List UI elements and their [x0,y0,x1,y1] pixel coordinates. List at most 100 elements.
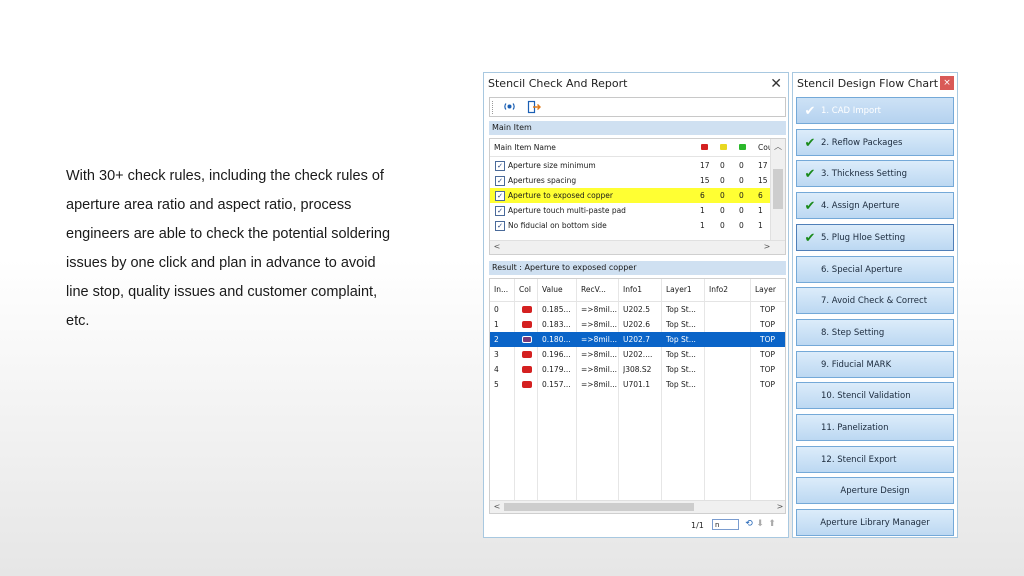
flow-step-button[interactable]: 11. Panelization [796,414,954,441]
result-layer1: Top St... [666,305,696,314]
result-index: 3 [494,350,499,359]
header-info1[interactable]: Info1 [623,279,642,301]
green-count: 0 [739,161,744,170]
flow-step-button[interactable]: 8. Step Setting [796,318,954,346]
header-recommended-value[interactable]: RecV... [581,279,606,301]
checkmark-icon: ✔ [804,167,816,183]
yellow-count: 0 [720,191,725,200]
result-layer: TOP [760,305,776,314]
flow-step-label: 2. Reflow Packages [821,137,903,148]
download-icon[interactable]: ⬇ [755,519,765,530]
main-items-horizontal-scrollbar[interactable]: < > [490,240,785,254]
main-item-row[interactable]: ✓ Aperture size minimum 17 0 0 17 [490,158,772,173]
flow-step-button[interactable]: Aperture Library Manager [796,509,954,537]
result-info1: U202.5 [623,305,650,314]
flow-step-button[interactable]: 7. Avoid Check & Correct [796,287,954,315]
flow-step-button[interactable]: ✔ 4. Assign Aperture [796,192,954,220]
scrollbar-thumb[interactable] [773,169,783,209]
main-item-row[interactable]: ✓ Apertures spacing 15 0 0 15 [490,173,772,188]
result-recommended: =>8mil... [581,350,617,359]
stencil-check-report-window: Stencil Check And Report ✕ Main Item Mai… [483,72,789,538]
result-layer1: Top St... [666,320,696,329]
status-color-swatch [522,381,532,388]
description-line: line stop, quality issues and customer c… [66,284,378,300]
flow-step-button[interactable]: 10. Stencil Validation [796,382,954,410]
flow-step-label: 12. Stencil Export [821,454,897,465]
flow-step-label: 6. Special Aperture [821,264,903,275]
header-index[interactable]: In... [494,279,508,301]
header-main-item-name[interactable]: Main Item Name [494,139,556,156]
close-icon[interactable]: × [940,76,954,90]
row-checkbox[interactable]: ✓ [495,221,505,231]
main-items-header: Main Item Name Cou [490,139,772,157]
toolbar-grip [492,101,495,114]
exit-icon[interactable] [526,100,541,115]
main-item-row[interactable]: ✓ Aperture touch multi-paste pad 1 0 0 1 [490,203,772,218]
flow-step-button[interactable]: ✔ 1. CAD Import [796,97,954,124]
main-items-vertical-scrollbar[interactable]: ︿ [770,139,785,241]
description-line: issues by one click and plan in advance … [66,255,376,271]
result-row[interactable]: 5 0.157... =>8mil... U701.1 Top St... TO… [490,377,785,392]
result-index: 0 [494,305,499,314]
main-item-name: No fiducial on bottom side [508,221,607,230]
result-row[interactable]: 1 0.183... =>8mil... U202.6 Top St... TO… [490,317,785,332]
result-horizontal-scrollbar[interactable]: < > [490,500,785,513]
flow-step-button[interactable]: 12. Stencil Export [796,445,954,473]
scroll-left-icon[interactable]: < [490,502,504,511]
total-count: 17 [758,161,768,170]
check-run-icon[interactable] [502,100,517,115]
flow-step-label: Aperture Design [840,486,910,497]
flow-step-button[interactable]: Aperture Design [796,477,954,505]
result-layer1: Top St... [666,380,696,389]
flow-titlebar: Stencil Design Flow Chart [793,73,957,95]
result-row[interactable]: 4 0.179... =>8mil... J308.S2 Top St... T… [490,362,785,377]
main-item-name: Aperture to exposed copper [508,191,613,200]
header-layer1[interactable]: Layer1 [666,279,692,301]
main-item-row-selected[interactable]: ✓ Aperture to exposed copper 6 0 0 6 [490,188,772,203]
flow-step-button[interactable]: 9. Fiducial MARK [796,350,954,378]
page-input[interactable]: n [712,519,739,530]
scroll-right-icon[interactable]: > [760,242,774,251]
flow-step-button[interactable]: ✔ 3. Thickness Setting [796,160,954,188]
scroll-up-icon[interactable]: ︿ [771,141,785,152]
flow-step-label: 3. Thickness Setting [821,169,907,180]
scroll-right-icon[interactable]: > [773,502,785,511]
result-recommended: =>8mil... [581,365,617,374]
result-layer1: Top St... [666,365,696,374]
header-value[interactable]: Value [542,279,563,301]
result-recommended: =>8mil... [581,380,617,389]
flow-step-label: 9. Fiducial MARK [821,359,892,370]
result-row[interactable]: 0 0.185... =>8mil... U202.5 Top St... TO… [490,302,785,317]
scroll-left-icon[interactable]: < [490,242,504,251]
close-icon[interactable]: ✕ [770,73,782,95]
checkmark-icon: ✔ [804,230,816,246]
header-yellow-status-icon[interactable] [720,144,727,150]
red-count: 1 [700,206,705,215]
upload-icon[interactable]: ⬆ [767,519,777,530]
flow-step-button[interactable]: ✔ 5. Plug Hloe Setting [796,223,954,251]
flow-step-button[interactable]: 6. Special Aperture [796,255,954,283]
scrollbar-thumb[interactable] [504,503,694,511]
main-item-row[interactable]: ✓ No fiducial on bottom side 1 0 0 1 [490,218,772,233]
row-checkbox[interactable]: ✓ [495,206,505,216]
header-color[interactable]: Col [519,279,531,301]
row-checkbox[interactable]: ✓ [495,191,505,201]
result-value: 0.180... [542,335,571,344]
row-checkbox[interactable]: ✓ [495,176,505,186]
header-green-status-icon[interactable] [739,144,746,150]
result-info1: U202.... [623,350,653,359]
result-info1: U202.7 [623,335,650,344]
header-layer[interactable]: Layer [755,279,776,301]
row-checkbox[interactable]: ✓ [495,161,505,171]
header-red-status-icon[interactable] [701,144,708,150]
green-count: 0 [739,221,744,230]
result-row[interactable]: 3 0.196... =>8mil... U202.... Top St... … [490,347,785,362]
result-value: 0.183... [542,320,571,329]
total-count: 1 [758,221,763,230]
flow-step-label: 4. Assign Aperture [821,201,900,212]
result-layer: TOP [760,350,776,359]
flow-step-button[interactable]: ✔ 2. Reflow Packages [796,128,954,156]
refresh-icon[interactable]: ⟲ [744,519,754,530]
result-row-selected[interactable]: 2 0.180... =>8mil... U202.7 Top St... TO… [490,332,785,347]
header-info2[interactable]: Info2 [709,279,728,301]
